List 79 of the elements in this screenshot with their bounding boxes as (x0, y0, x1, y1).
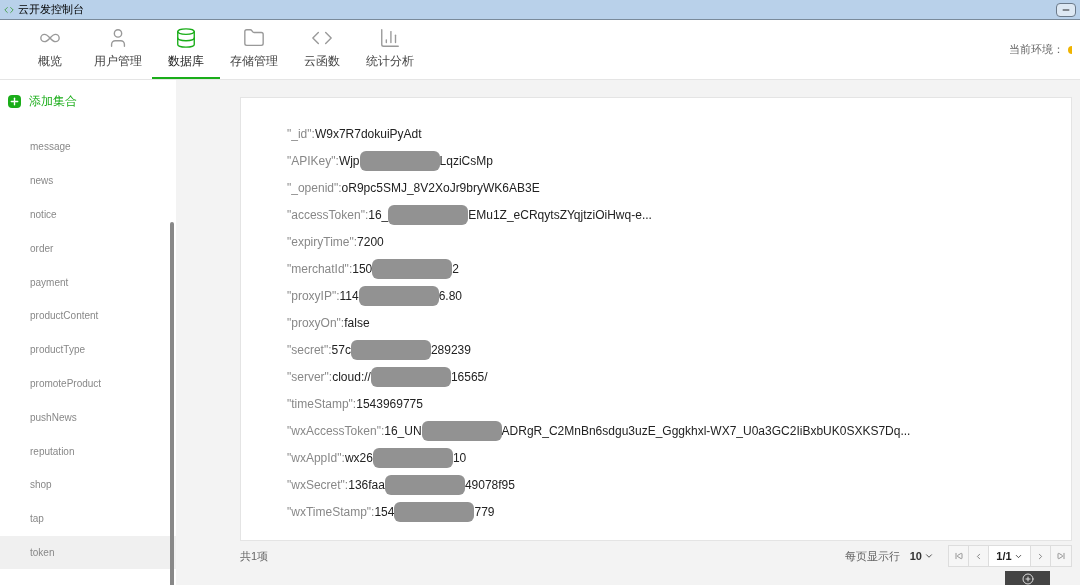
collection-item[interactable]: shop (0, 467, 176, 502)
page-size-select[interactable]: 10 (909, 547, 934, 565)
field-key: "secret": (287, 340, 332, 359)
field-value: 16565/ (450, 368, 488, 386)
field-key: "wxSecret": (287, 475, 349, 494)
field-key: "expiryTime": (287, 232, 358, 251)
folder-icon (243, 27, 265, 49)
field-value: 57c (331, 341, 351, 359)
chevron-left-icon (974, 551, 983, 561)
field-value: 136faa (348, 476, 385, 494)
page-select[interactable]: 1/1 (989, 546, 1031, 567)
field-key: "server": (287, 367, 333, 386)
field-value: 6.80 (438, 287, 463, 305)
field-key: "accessToken": (287, 205, 369, 224)
collection-item[interactable]: productType (0, 332, 176, 367)
field-key: "APIKey": (287, 151, 339, 170)
collection-item[interactable]: payment (0, 265, 176, 299)
field-key: "_id": (287, 124, 315, 143)
field-value: 1543969775 (356, 395, 423, 413)
first-page-icon (954, 552, 963, 561)
field-value: 114 (339, 287, 359, 305)
collection-item[interactable]: productContent (0, 299, 176, 333)
field-key: "wxTimeStamp": (287, 502, 375, 521)
field-value: 49078f95 (464, 476, 515, 494)
field-value: 2 (452, 260, 459, 278)
minimize-button[interactable] (1056, 2, 1076, 17)
bar-chart-icon (379, 27, 401, 49)
collection-item[interactable]: order (0, 231, 176, 266)
field-value: oR9pc5SMJ_8V2XoJr9bryWK6AB3E (341, 179, 540, 197)
collection-item[interactable]: reputation (0, 434, 176, 468)
field-value: false (344, 314, 370, 332)
window-title: 云开发控制台 (18, 2, 84, 18)
nav-tab[interactable]: 存储管理 (220, 20, 288, 79)
field-value: 150 (352, 260, 373, 278)
collection-item[interactable]: tap (0, 501, 176, 536)
nav-tab[interactable]: 用户管理 (84, 20, 152, 79)
scrollbar[interactable] (170, 222, 174, 585)
nav-tab[interactable]: 云函数 (288, 20, 356, 79)
field-key: "_openid": (287, 178, 342, 197)
plus-icon (8, 94, 21, 108)
field-value: LqziCsMp (439, 152, 493, 170)
field-value: 154 (374, 503, 395, 521)
field-value: cloud:// (332, 368, 371, 386)
field-value: 289239 (430, 341, 471, 359)
field-key: "timeStamp": (287, 394, 357, 413)
field-value: 16_ (368, 206, 389, 224)
field-value: Wjp (338, 152, 360, 170)
collection-item[interactable]: notice (0, 197, 176, 232)
database-icon (175, 27, 197, 49)
field-value: 7200 (357, 233, 384, 251)
plus-circle-icon (1021, 573, 1034, 585)
field-key: "wxAccessToken": (287, 421, 385, 440)
field-value: W9x7R7dokuiPyAdt (314, 125, 422, 143)
field-key: "proxyIP": (287, 286, 340, 305)
collection-item[interactable]: pushNews (0, 400, 176, 435)
field-value: 10 (452, 449, 467, 467)
field-key: "proxyOn": (287, 313, 345, 332)
page-size-label: 每页显示行 (844, 548, 900, 564)
nav-tab[interactable]: 统计分析 (356, 20, 424, 79)
environment-status-icon (1068, 45, 1072, 54)
collection-item[interactable]: news (0, 163, 176, 198)
environment-label: 当前环境： (1009, 42, 1064, 58)
code-icon (4, 4, 14, 15)
collection-item[interactable]: promoteProduct (0, 366, 176, 401)
field-value: wx26 (344, 449, 373, 467)
collection-item[interactable]: token (0, 535, 176, 570)
field-key: "merchatId": (287, 259, 353, 278)
last-page-icon (1057, 552, 1065, 561)
field-value: EMu1Z_eCRqytsZYqjtziOiHwq-e... (468, 206, 652, 224)
chevron-right-icon (1036, 551, 1045, 561)
collection-item[interactable]: message (0, 130, 176, 164)
total-count: 共1项 (240, 548, 269, 564)
field-key: "wxAppId": (287, 448, 345, 467)
field-value: 16_UN (384, 422, 422, 440)
floating-add-button[interactable] (1005, 571, 1050, 585)
add-collection-button[interactable]: 添加集合 (0, 93, 176, 109)
nav-tab[interactable]: 概览 (16, 20, 84, 79)
field-value: ADRgR_C2MnBn6sdgu3uzE_Gggkhxl-WX7_U0a3GC2IiBxbUK0SXKS7Dq... (501, 422, 911, 440)
field-value: 779 (474, 503, 495, 521)
